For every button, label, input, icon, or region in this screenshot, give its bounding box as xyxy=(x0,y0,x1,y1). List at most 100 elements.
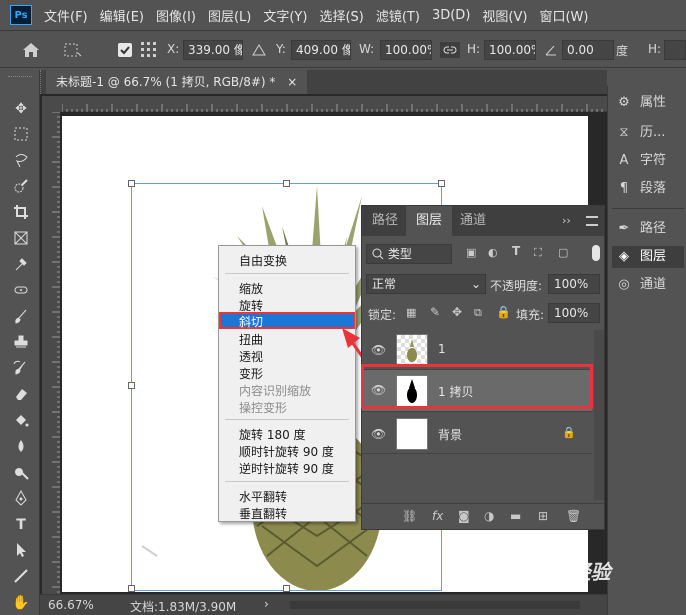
transform-handle-left[interactable] xyxy=(128,382,135,389)
blend-mode-select[interactable]: 正常 ⌄ xyxy=(366,274,486,294)
menu-item-scale[interactable]: 缩放 xyxy=(239,280,263,297)
menu-item-warp[interactable]: 变形 xyxy=(239,365,263,382)
lock-pixels-icon[interactable]: ✎ xyxy=(430,305,440,319)
angle-input[interactable]: 0.00 xyxy=(562,40,614,60)
eye-icon[interactable]: 👁 xyxy=(371,427,386,441)
menu-layer[interactable]: 图层(L) xyxy=(208,6,251,25)
menu-item-distort[interactable]: 扭曲 xyxy=(239,331,263,348)
adjustment-layer-icon[interactable]: ◑ xyxy=(484,509,494,523)
properties-panel-button[interactable]: ⚙ 属性 xyxy=(616,92,666,114)
new-group-icon[interactable]: ▬ xyxy=(510,509,521,523)
layers-panel-button[interactable]: ◈ 图层 xyxy=(612,246,684,268)
fx-icon[interactable]: fx xyxy=(432,509,443,523)
menu-file[interactable]: 文件(F) xyxy=(44,6,88,25)
move-tool-icon[interactable]: ✥ xyxy=(12,100,30,118)
dodge-tool-icon[interactable] xyxy=(12,464,30,482)
lock-position-icon[interactable]: ✥ xyxy=(452,305,462,319)
menu-item-free-transform[interactable]: 自由变换 xyxy=(239,252,287,269)
clone-stamp-tool-icon[interactable] xyxy=(12,334,30,352)
fill-input[interactable]: 100% xyxy=(548,303,600,323)
transform-handle-bottom[interactable] xyxy=(283,585,290,592)
pixel-filter-icon[interactable]: ▣ xyxy=(466,246,476,259)
tab-channels[interactable]: 通道 xyxy=(450,206,496,236)
history-panel-button[interactable]: ⧖ 历... xyxy=(616,122,665,144)
channels-panel-button[interactable]: ◎ 通道 xyxy=(616,274,666,296)
lock-artboard-icon[interactable]: ⧉ xyxy=(474,306,482,320)
vertical-ruler[interactable] xyxy=(42,111,60,594)
paths-panel-button[interactable]: ✒ 路径 xyxy=(616,218,666,240)
menu-item-perspective[interactable]: 透视 xyxy=(239,348,263,365)
type-filter-icon[interactable]: T xyxy=(512,244,520,258)
collapse-panel-icon[interactable]: ›› xyxy=(562,214,571,227)
link-layers-icon[interactable]: ⛓ xyxy=(402,509,417,523)
toolbar-grip[interactable] xyxy=(8,76,32,80)
tab-paths[interactable]: 路径 xyxy=(362,206,408,236)
transform-handle-top[interactable] xyxy=(283,180,290,187)
layers-scrollbar[interactable] xyxy=(594,330,604,500)
tab-layers[interactable]: 图层 xyxy=(406,206,453,236)
shape-filter-icon[interactable]: ⛶ xyxy=(534,246,542,260)
delete-layer-icon[interactable]: 🗑 xyxy=(566,509,581,523)
history-brush-tool-icon[interactable] xyxy=(12,360,30,378)
menu-type[interactable]: 文字(Y) xyxy=(263,6,307,25)
menu-filter[interactable]: 滤镜(T) xyxy=(376,6,420,25)
menu-select[interactable]: 选择(S) xyxy=(319,6,363,25)
transform-handle-top-right[interactable] xyxy=(438,180,445,187)
layer-name[interactable]: 1 xyxy=(438,342,446,356)
blur-tool-icon[interactable] xyxy=(12,438,30,456)
filter-toggle[interactable] xyxy=(592,245,600,261)
paragraph-panel-button[interactable]: ¶ 段落 xyxy=(616,178,666,200)
menu-item-rotate-180[interactable]: 旋转 180 度 xyxy=(239,426,306,443)
x-input[interactable]: 339.00 像 xyxy=(183,40,243,60)
horizontal-scrollbar[interactable] xyxy=(290,601,580,609)
menu-edit[interactable]: 编辑(E) xyxy=(100,6,144,25)
transform-reference-icon[interactable] xyxy=(62,41,82,59)
layer-filter-select[interactable]: 类型 xyxy=(366,244,452,264)
ruler-origin[interactable] xyxy=(42,96,62,112)
opacity-input[interactable]: 100% xyxy=(548,274,600,294)
menu-window[interactable]: 窗口(W) xyxy=(539,6,588,25)
height-input[interactable]: 100.00% xyxy=(484,40,536,60)
y-input[interactable]: 409.00 像 xyxy=(291,40,351,60)
menu-item-rotate-90-cw[interactable]: 顺时针旋转 90 度 xyxy=(239,443,334,460)
reference-point-checkbox[interactable] xyxy=(118,43,132,57)
eyedropper-tool-icon[interactable] xyxy=(12,256,30,274)
document-tab[interactable]: 未标题-1 @ 66.7% (1 拷贝, RGB/8#) * × xyxy=(46,70,308,94)
smart-object-filter-icon[interactable]: ▢ xyxy=(558,246,568,259)
type-tool-icon[interactable]: T xyxy=(12,516,30,534)
lock-transparent-icon[interactable]: ▦ xyxy=(406,306,416,319)
relative-position-icon[interactable] xyxy=(252,43,266,57)
eraser-tool-icon[interactable] xyxy=(12,386,30,404)
zoom-level[interactable]: 66.67% xyxy=(48,598,94,612)
paint-bucket-tool-icon[interactable] xyxy=(12,412,30,430)
pen-tool-icon[interactable] xyxy=(12,489,30,508)
menu-item-flip-horizontal[interactable]: 水平翻转 xyxy=(239,488,287,505)
panel-menu-icon[interactable] xyxy=(586,216,598,226)
menu-item-rotate-90-ccw[interactable]: 逆时针旋转 90 度 xyxy=(239,460,334,477)
path-selection-tool-icon[interactable] xyxy=(12,542,30,560)
crop-tool-icon[interactable] xyxy=(12,204,30,222)
brush-tool-icon[interactable] xyxy=(12,308,30,326)
horizontal-ruler[interactable] xyxy=(61,96,607,112)
lock-all-icon[interactable]: 🔒 xyxy=(496,305,511,319)
healing-brush-tool-icon[interactable] xyxy=(12,282,30,300)
hand-tool-icon[interactable]: ✋ xyxy=(12,594,30,612)
reference-grid-icon[interactable] xyxy=(140,41,158,59)
transform-handle-top-left[interactable] xyxy=(128,180,135,187)
lasso-tool-icon[interactable] xyxy=(12,152,30,170)
line-tool-icon[interactable] xyxy=(12,568,30,586)
width-input[interactable]: 100.00% xyxy=(380,40,432,60)
eye-icon[interactable]: 👁 xyxy=(371,343,386,357)
marquee-tool-icon[interactable] xyxy=(12,126,30,144)
layer-name[interactable]: 背景 xyxy=(438,426,462,443)
menu-item-flip-vertical[interactable]: 垂直翻转 xyxy=(239,505,287,522)
skew-h-input[interactable] xyxy=(664,40,686,60)
home-icon[interactable] xyxy=(22,42,40,58)
layer-row[interactable]: 👁 背景 🔒 xyxy=(362,414,592,454)
link-aspect-icon[interactable] xyxy=(440,42,460,58)
frame-tool-icon[interactable] xyxy=(12,230,30,248)
menu-view[interactable]: 视图(V) xyxy=(482,6,527,25)
transform-handle-bottom-left[interactable] xyxy=(128,585,135,592)
character-panel-button[interactable]: A 字符 xyxy=(616,150,666,172)
menu-image[interactable]: 图像(I) xyxy=(156,6,196,25)
